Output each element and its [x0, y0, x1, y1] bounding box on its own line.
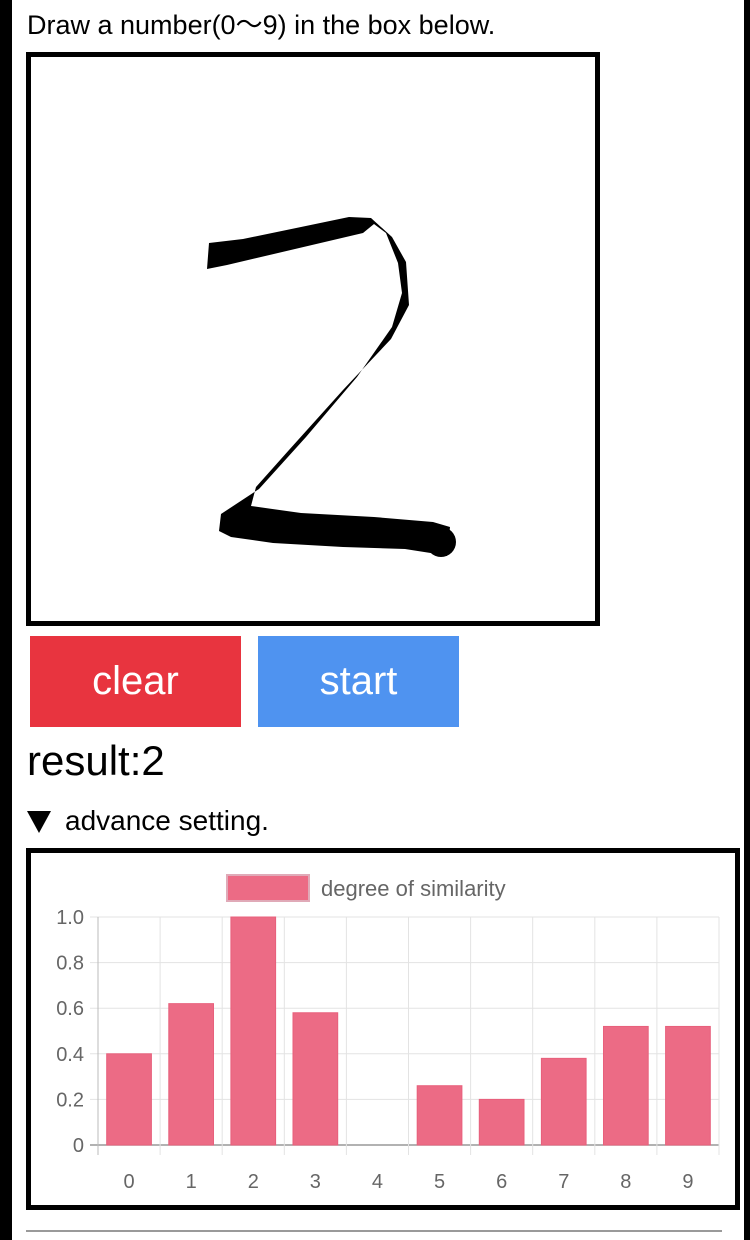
y-tick-label: 0: [73, 1135, 84, 1157]
x-tick-label: 0: [123, 1171, 134, 1193]
result-text: result:2: [27, 737, 165, 784]
y-tick-label: 0.8: [56, 953, 84, 975]
x-tick-label: 9: [682, 1171, 693, 1193]
bar-9: [665, 1025, 711, 1146]
y-tick-label: 0.6: [56, 998, 84, 1020]
x-tick-label: 6: [496, 1171, 507, 1193]
drawn-digit-stroke: [207, 217, 456, 557]
y-tick-label: 0.2: [56, 1089, 84, 1111]
x-tick-label: 5: [434, 1171, 445, 1193]
bar-7: [540, 1057, 587, 1146]
start-button[interactable]: start: [258, 636, 459, 727]
bar-2: [230, 916, 277, 1146]
legend-label: degree of similarity: [321, 876, 506, 901]
x-tick-label: 8: [620, 1171, 631, 1193]
similarity-chart: 0 0.2 0.4 0.6 0.8 1.0 0 1 2 3 4 5 6 7 8 9 degree of simi…: [26, 848, 740, 1210]
x-tick-label: 2: [248, 1171, 259, 1193]
advance-setting-toggle[interactable]: advance setting.: [27, 803, 269, 839]
y-tick-label: 1.0: [56, 907, 84, 929]
instruction-text: Draw a number(0〜9) in the box below.: [27, 10, 496, 40]
left-border: [0, 0, 12, 1240]
chart-svg: 0 0.2 0.4 0.6 0.8 1.0 0 1 2 3 4 5 6 7 8 9 degree of simi…: [56, 874, 720, 1193]
bar-8: [602, 1025, 649, 1146]
bar-3: [292, 1012, 339, 1146]
bar-1: [168, 1003, 215, 1146]
y-tick-label: 0.4: [56, 1044, 84, 1066]
bar-0: [106, 1053, 152, 1146]
bar-5: [416, 1085, 463, 1146]
page: Draw a number(0〜9) in the box below. cle…: [0, 0, 750, 1240]
drawing-canvas[interactable]: [26, 52, 600, 626]
bar-6: [478, 1098, 525, 1146]
right-border: [744, 0, 750, 1240]
x-tick-label: 7: [558, 1171, 569, 1193]
bottom-divider: [26, 1230, 722, 1232]
x-tick-label: 3: [310, 1171, 321, 1193]
clear-button[interactable]: clear: [30, 636, 241, 727]
advance-setting-label: advance setting.: [65, 805, 269, 836]
legend-swatch: [226, 874, 310, 902]
x-tick-label: 4: [372, 1171, 383, 1193]
triangle-down-icon: [27, 811, 51, 833]
x-tick-label: 1: [186, 1171, 197, 1193]
